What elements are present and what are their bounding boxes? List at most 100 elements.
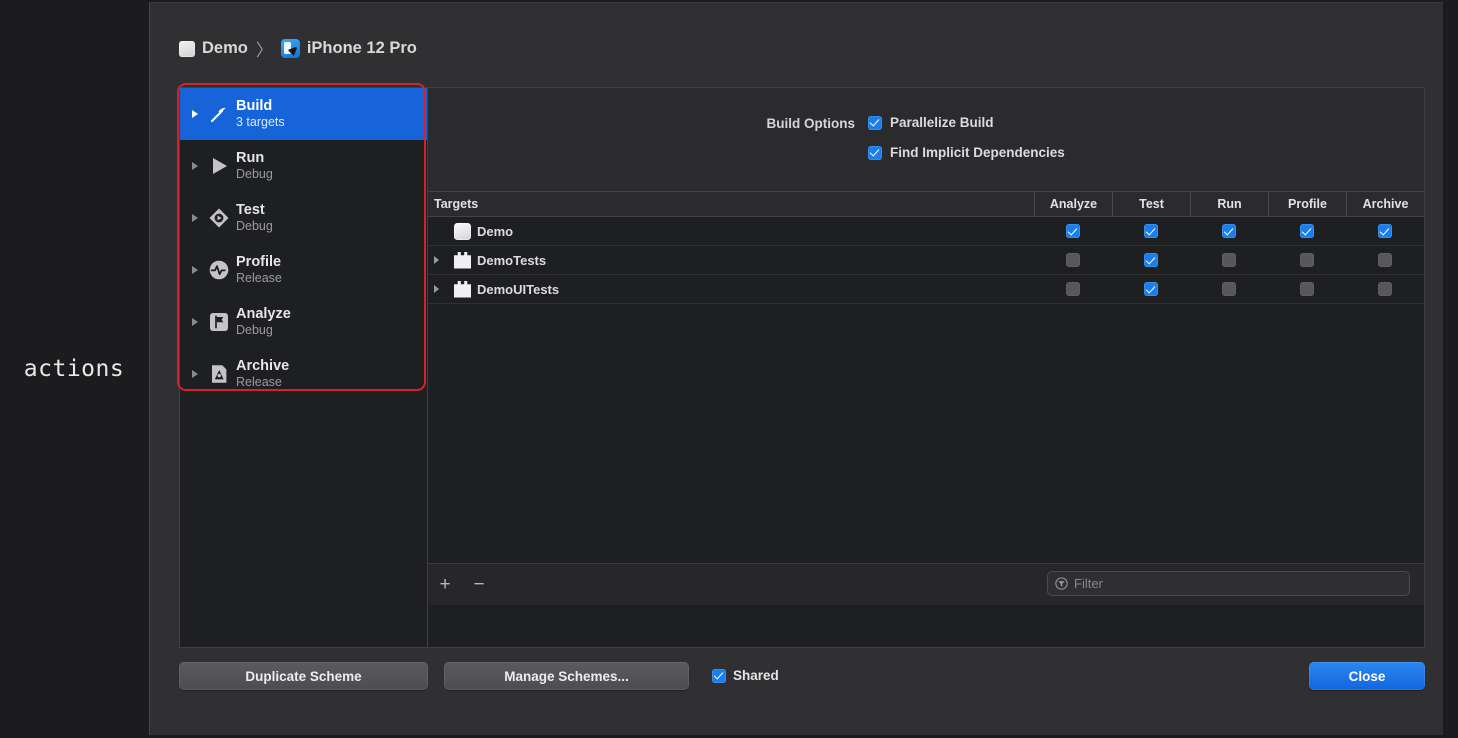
filter-placeholder: Filter — [1074, 576, 1103, 591]
filter-input[interactable]: Filter — [1047, 571, 1410, 596]
disclosure-triangle-icon[interactable] — [188, 266, 202, 274]
profile-checkbox[interactable] — [1300, 224, 1314, 238]
cell-archive[interactable] — [1346, 246, 1424, 274]
annotation-panel: actions — [0, 0, 148, 738]
cell-archive[interactable] — [1346, 275, 1424, 303]
cell-analyze[interactable] — [1034, 246, 1112, 274]
sidebar-item-analyze-title: Analyze — [236, 306, 291, 323]
test-checkbox[interactable] — [1144, 282, 1158, 296]
sidebar-item-build[interactable]: Build 3 targets — [180, 88, 427, 140]
table-row[interactable]: DemoTests — [428, 246, 1424, 275]
breadcrumb-project[interactable]: Demo — [202, 39, 248, 58]
cell-run[interactable] — [1190, 217, 1268, 245]
target-name-cell[interactable]: DemoTests — [428, 246, 1034, 274]
column-header-targets[interactable]: Targets — [428, 192, 1034, 216]
archive-checkbox[interactable] — [1378, 224, 1392, 238]
sidebar-item-archive-subtitle: Release — [236, 375, 282, 390]
chevron-right-icon: 〉 — [255, 41, 273, 60]
sidebar-item-analyze[interactable]: Analyze Debug — [180, 296, 427, 348]
app-target-icon — [454, 222, 471, 240]
cell-run[interactable] — [1190, 246, 1268, 274]
disclosure-triangle-icon[interactable] — [188, 318, 202, 326]
targets-table-header: Targets Analyze Test Run Profile Archive — [428, 192, 1424, 217]
target-name-cell[interactable]: Demo — [428, 217, 1034, 245]
test-checkbox[interactable] — [1144, 253, 1158, 267]
parallelize-build-label: Parallelize Build — [890, 115, 994, 130]
duplicate-scheme-button[interactable]: Duplicate Scheme — [179, 662, 428, 690]
column-header-test[interactable]: Test — [1112, 192, 1190, 216]
parallelize-build-checkbox[interactable] — [868, 115, 882, 130]
profile-checkbox[interactable] — [1300, 253, 1314, 267]
test-checkbox[interactable] — [1144, 224, 1158, 238]
cell-test[interactable] — [1112, 217, 1190, 245]
sidebar-item-profile-title: Profile — [236, 254, 282, 271]
filter-funnel-icon — [1055, 577, 1068, 590]
column-header-run[interactable]: Run — [1190, 192, 1268, 216]
sidebar-item-profile-subtitle: Release — [236, 271, 282, 286]
run-checkbox[interactable] — [1222, 224, 1236, 238]
annotation-label: actions — [23, 356, 125, 382]
cell-test[interactable] — [1112, 275, 1190, 303]
diamond-play-icon — [202, 203, 236, 233]
shared-option[interactable]: Shared — [712, 668, 779, 683]
sidebar-item-archive-text: Archive Release — [236, 358, 289, 390]
column-header-analyze[interactable]: Analyze — [1034, 192, 1112, 216]
parallelize-build-option[interactable]: Parallelize Build — [868, 115, 994, 130]
disclosure-triangle-icon[interactable] — [188, 370, 202, 378]
run-checkbox[interactable] — [1222, 253, 1236, 267]
disclosure-triangle-icon[interactable] — [434, 285, 448, 293]
remove-target-button[interactable]: − — [462, 570, 496, 600]
run-checkbox[interactable] — [1222, 282, 1236, 296]
breadcrumb-device[interactable]: iPhone 12 Pro — [307, 39, 417, 58]
find-implicit-dependencies-option[interactable]: Find Implicit Dependencies — [868, 145, 1065, 160]
column-header-profile[interactable]: Profile — [1268, 192, 1346, 216]
cell-archive[interactable] — [1346, 217, 1424, 245]
ios-simulator-icon — [280, 39, 300, 58]
archive-checkbox[interactable] — [1378, 282, 1392, 296]
cell-profile[interactable] — [1268, 217, 1346, 245]
sidebar-item-analyze-text: Analyze Debug — [236, 306, 291, 338]
table-row[interactable]: Demo — [428, 217, 1424, 246]
manage-schemes-button[interactable]: Manage Schemes... — [444, 662, 689, 690]
column-header-archive[interactable]: Archive — [1346, 192, 1424, 216]
cell-profile[interactable] — [1268, 275, 1346, 303]
waveform-icon — [202, 255, 236, 285]
target-name: Demo — [477, 223, 514, 239]
disclosure-triangle-icon[interactable] — [434, 256, 448, 264]
cell-analyze[interactable] — [1034, 217, 1112, 245]
cell-run[interactable] — [1190, 275, 1268, 303]
sidebar-item-run-subtitle: Debug — [236, 167, 273, 182]
shared-checkbox[interactable] — [712, 668, 726, 683]
analyze-checkbox[interactable] — [1066, 224, 1080, 238]
find-implicit-dependencies-checkbox[interactable] — [868, 145, 882, 160]
close-button[interactable]: Close — [1309, 662, 1425, 690]
add-target-button[interactable]: + — [428, 570, 462, 600]
target-name: DemoTests — [477, 252, 547, 268]
target-name-cell[interactable]: DemoUITests — [428, 275, 1034, 303]
table-row[interactable]: DemoUITests — [428, 275, 1424, 304]
archive-checkbox[interactable] — [1378, 253, 1392, 267]
sidebar-item-run[interactable]: Run Debug — [180, 140, 427, 192]
scheme-editor-dialog: Demo 〉 iPhone 12 Pro Build 3 targets Run… — [149, 2, 1444, 735]
build-options-label: Build Options — [766, 116, 856, 131]
targets-table: Targets Analyze Test Run Profile Archive… — [428, 192, 1424, 605]
sidebar-item-build-text: Build 3 targets — [236, 98, 285, 130]
profile-checkbox[interactable] — [1300, 282, 1314, 296]
disclosure-triangle-icon[interactable] — [188, 110, 202, 118]
hammer-icon — [202, 99, 236, 129]
analyze-checkbox[interactable] — [1066, 253, 1080, 267]
sidebar-item-test[interactable]: Test Debug — [180, 192, 427, 244]
sidebar-item-profile-text: Profile Release — [236, 254, 282, 286]
sidebar-item-run-title: Run — [236, 150, 265, 167]
cell-profile[interactable] — [1268, 246, 1346, 274]
sidebar-item-analyze-subtitle: Debug — [236, 323, 273, 338]
disclosure-triangle-icon[interactable] — [188, 162, 202, 170]
disclosure-triangle-icon[interactable] — [188, 214, 202, 222]
cell-analyze[interactable] — [1034, 275, 1112, 303]
analyze-checkbox[interactable] — [1066, 282, 1080, 296]
find-implicit-dependencies-label: Find Implicit Dependencies — [890, 145, 1065, 160]
sidebar-item-profile[interactable]: Profile Release — [180, 244, 427, 296]
sidebar-item-archive[interactable]: Archive Release — [180, 348, 427, 400]
build-action-content: Build Options Parallelize Build Find Imp… — [428, 87, 1425, 648]
cell-test[interactable] — [1112, 246, 1190, 274]
